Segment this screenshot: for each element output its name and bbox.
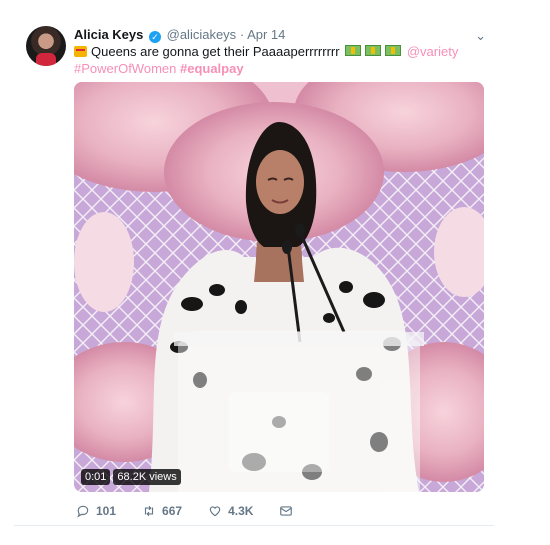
- retweet-count: 667: [162, 504, 183, 518]
- author-handle[interactable]: @aliciakeys: [167, 27, 237, 42]
- avatar[interactable]: [26, 26, 66, 66]
- crown-emoji-icon: [74, 46, 87, 57]
- author-name[interactable]: Alicia Keys: [74, 27, 143, 42]
- tweet-card[interactable]: Alicia Keys ✓ @aliciakeys · Apr 14 ⌄ Que…: [14, 8, 494, 526]
- video-timestamp: 0:01: [81, 469, 111, 485]
- mention-link[interactable]: @variety: [407, 44, 459, 59]
- retweet-icon: [144, 505, 154, 517]
- tweet-actions: 101 667 4.3K: [76, 504, 319, 518]
- separator: ·: [239, 27, 245, 42]
- like-icon: [209, 506, 221, 517]
- like-count: 4.3K: [228, 504, 254, 518]
- retweet-button[interactable]: 667: [142, 504, 182, 518]
- tweet-header: Alicia Keys ✓ @aliciakeys · Apr 14: [74, 27, 285, 43]
- tweet-text: Queens are gonna get their Paaaaperrrrrr…: [74, 43, 484, 77]
- like-button[interactable]: 4.3K: [208, 504, 253, 518]
- hashtag-equalpay[interactable]: #equalpay: [180, 61, 244, 76]
- tweet-main-text: Queens are gonna get their Paaaaperrrrrr…: [91, 44, 340, 59]
- tweet-date[interactable]: Apr 14: [247, 27, 285, 42]
- video-overlay: 0:01 68.2K views: [81, 469, 181, 485]
- hashtag-power-of-women[interactable]: #PowerOfWomen: [74, 61, 176, 76]
- verified-icon: ✓: [149, 31, 161, 43]
- view-count: 68.2K views: [113, 469, 181, 485]
- money-emoji-icon: [385, 45, 402, 56]
- reply-count: 101: [96, 504, 117, 518]
- dm-icon: [280, 506, 293, 516]
- reply-button[interactable]: 101: [76, 504, 116, 518]
- reply-icon: [77, 505, 89, 518]
- dm-button[interactable]: [279, 504, 293, 518]
- video-frame: [74, 82, 484, 492]
- money-emoji-icon: [365, 45, 382, 56]
- money-emoji-icon: [345, 45, 362, 56]
- video-player[interactable]: 0:01 68.2K views: [74, 82, 484, 492]
- chevron-down-icon[interactable]: ⌄: [475, 28, 486, 44]
